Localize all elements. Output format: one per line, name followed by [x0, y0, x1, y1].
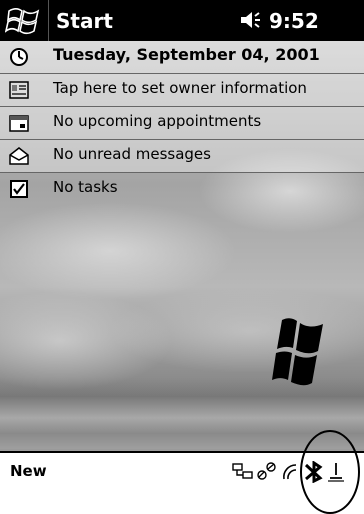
- infrared-icon[interactable]: [280, 461, 300, 481]
- pocket-pc-device: Start 9:52 Tuesday, September 04, 2001 T…: [0, 0, 364, 514]
- windows-flag-icon: [5, 7, 40, 35]
- window-title: Start: [56, 9, 113, 33]
- new-menu-button[interactable]: New: [10, 462, 47, 480]
- today-date-row[interactable]: Tuesday, September 04, 2001: [0, 41, 364, 74]
- connectivity-icon[interactable]: [232, 461, 254, 481]
- appointments-label: No upcoming appointments: [53, 112, 262, 130]
- messages-row[interactable]: No unread messages: [0, 140, 364, 173]
- speaker-icon[interactable]: [238, 8, 264, 32]
- start-menu-button[interactable]: [0, 0, 49, 41]
- windows-logo: [272, 318, 323, 386]
- today-screen: Start 9:52 Tuesday, September 04, 2001 T…: [0, 0, 364, 490]
- owner-info-label: Tap here to set owner information: [53, 79, 307, 97]
- navigation-bar: Start 9:52: [0, 0, 364, 41]
- today-date: Tuesday, September 04, 2001: [53, 45, 320, 64]
- highlight-callout-ellipse: [300, 430, 360, 514]
- clock[interactable]: 9:52: [269, 9, 319, 33]
- envelope-icon: [9, 147, 29, 165]
- windows-flag-shape: [272, 318, 323, 386]
- owner-info-row[interactable]: Tap here to set owner information: [0, 74, 364, 107]
- connection-chain-icon[interactable]: [256, 461, 278, 481]
- owner-card-icon: [9, 81, 29, 99]
- messages-label: No unread messages: [53, 145, 211, 163]
- tasks-row[interactable]: No tasks: [0, 173, 364, 205]
- clock-icon: [10, 48, 28, 66]
- calendar-icon: [9, 115, 29, 132]
- tasks-checkbox-icon: [10, 180, 28, 198]
- appointments-row[interactable]: No upcoming appointments: [0, 107, 364, 140]
- tasks-label: No tasks: [53, 178, 118, 196]
